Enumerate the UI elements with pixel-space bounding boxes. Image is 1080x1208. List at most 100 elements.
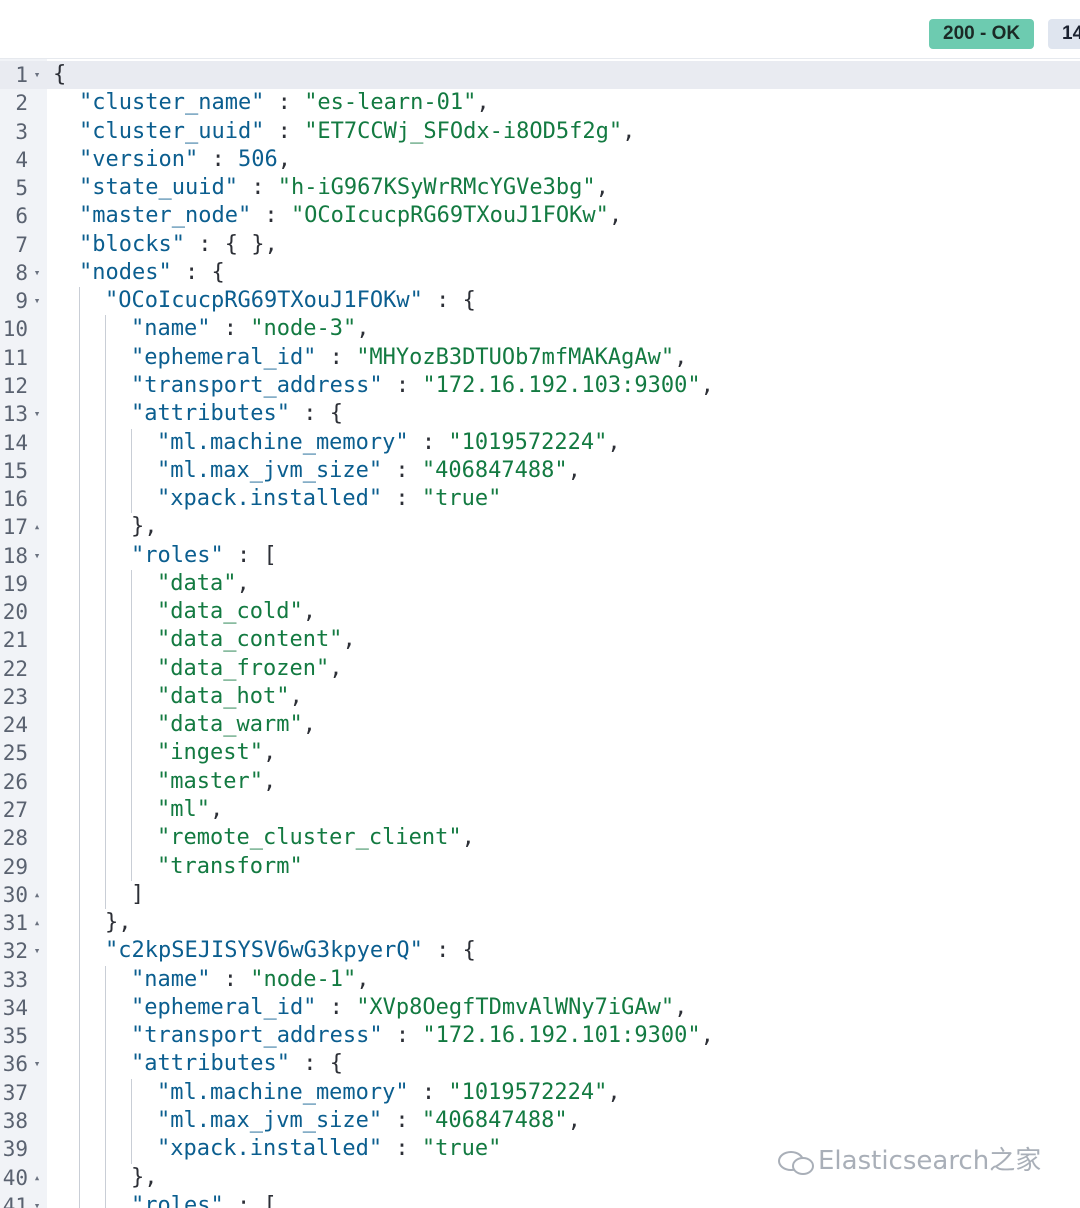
code-text: "data_warm", [157,711,316,739]
indent-guide [131,824,132,853]
fold-toggle-expanded-icon[interactable]: ▾ [31,937,43,965]
indent-guide [105,824,106,853]
json-string: "406847488" [421,457,568,483]
line-number: 39 [2,1137,28,1162]
indent-guide [105,569,106,599]
code-line: 18 ▾ "roles" : [ [0,541,1080,570]
fold-toggle-collapse-end-icon[interactable]: ▴ [31,1164,43,1192]
json-key: "ephemeral_id" [131,994,317,1020]
json-punctuation: , [356,316,370,342]
json-punctuation: : [ [223,1192,277,1208]
indent-guide [105,1191,106,1208]
json-key: "c2kpSEJISYSV6wG3kpyerQ" [105,938,423,964]
json-string: "remote_cluster_client" [157,825,462,851]
indent-guide [79,1022,80,1051]
indent-guide [105,371,106,401]
code-text: "ephemeral_id" : "MHYozB3DTUOb7mfMAKAgAw… [131,344,687,372]
fold-toggle-expanded-icon[interactable]: ▾ [31,1050,43,1078]
line-number: 3 [15,119,28,144]
json-key: "transport_address" [131,1023,383,1049]
json-string: "1019572224" [448,1079,608,1105]
wechat-icon [778,1149,818,1175]
line-number: 38 [2,1108,28,1133]
code-text: "transport_address" : "172.16.192.101:93… [131,1022,714,1050]
line-number: 40 [2,1165,28,1190]
fold-toggle-expanded-icon[interactable]: ▾ [31,400,43,428]
json-punctuation: : [210,966,251,992]
json-string: "true" [421,1136,502,1162]
json-string: "node-1" [250,966,357,992]
line-number: 20 [2,600,28,625]
json-punctuation: ] [131,881,145,907]
indent-guide [79,993,80,1023]
code-text: "blocks" : { }, [79,231,278,259]
json-string: "ET7CCWj_SFOdx-i8OD5f2g" [304,118,623,144]
json-punctuation: : [382,372,423,398]
code-line: 9 ▾ "OCoIcucpRG69TXouJ1FOKw" : { [0,287,1080,316]
fold-toggle-collapse-end-icon[interactable]: ▴ [31,881,43,909]
code-line: 11 "ephemeral_id" : "MHYozB3DTUOb7mfMAKAg… [0,343,1080,372]
indent-guide [131,428,132,457]
json-punctuation: , [607,429,621,455]
json-response-editor[interactable]: 1 ▾{2 "cluster_name" : "es-learn-01", 3 "clu… [0,59,1080,1208]
code-line: 2 "cluster_name" : "es-learn-01", [0,89,1080,117]
indent-guide [79,541,80,570]
json-punctuation: , [342,627,356,653]
code-text: "master", [157,768,276,796]
json-string: "true" [421,486,502,512]
fold-toggle-expanded-icon[interactable]: ▾ [31,61,43,89]
line-number: 36 [2,1052,28,1077]
fold-toggle-expanded-icon[interactable]: ▾ [31,287,43,315]
line-number: 30 [2,882,28,907]
indent-guide [79,937,80,966]
code-text: "nodes" : { [79,259,225,287]
indent-guide [79,909,80,938]
code-line: 35 "transport_address" : "172.16.192.101:… [0,1022,1080,1051]
line-number: 9 [15,289,28,314]
json-string: "data_frozen" [157,655,330,681]
indent-guide [105,343,106,372]
code-text: "name" : "node-3", [131,315,369,343]
json-punctuation: , [356,966,370,992]
json-string: "172.16.192.101:9300" [422,1023,701,1049]
json-key: "master_node" [79,203,252,229]
line-number: 1 [15,63,28,87]
indent-guide [79,852,80,881]
code-text: "data_frozen", [157,655,342,683]
fold-toggle-expanded-icon[interactable]: ▾ [31,259,43,287]
indent-guide [105,852,106,881]
code-text: "ephemeral_id" : "XVp8OegfTDmvAlWNy7iGAw… [131,994,687,1022]
json-string: "MHYozB3DTUOb7mfMAKAgAw" [356,344,675,370]
code-text: "c2kpSEJISYSV6wG3kpyerQ" : { [105,937,476,965]
code-text: "remote_cluster_client", [157,824,475,852]
json-punctuation: , [289,683,303,709]
line-number: 14 [2,430,28,455]
json-punctuation: , [608,203,623,229]
json-string: "node-3" [250,316,357,342]
json-punctuation: : [264,118,305,144]
indent-guide [79,428,80,457]
code-line: 25 "ingest", [0,739,1080,768]
watermark: Elasticsearch之家 [778,1140,1041,1177]
indent-guide [131,682,132,712]
json-string: "data_hot" [157,683,290,709]
line-number: 28 [2,826,28,851]
fold-toggle-collapse-end-icon[interactable]: ▴ [31,909,43,937]
code-line: 28 "remote_cluster_client", [0,824,1080,853]
code-line: 24 "data_warm", [0,711,1080,740]
json-punctuation: }, [131,514,158,540]
json-key: "ml.max_jvm_size" [157,1107,383,1133]
indent-guide [79,626,80,655]
code-text: "ingest", [157,739,276,767]
fold-toggle-expanded-icon[interactable]: ▾ [31,1192,43,1208]
indent-guide [105,428,106,457]
line-number: 29 [2,854,28,879]
json-key: "cluster_name" [79,90,265,116]
json-key: "ml.machine_memory" [157,429,409,455]
fold-toggle-expanded-icon[interactable]: ▾ [31,542,43,570]
fold-toggle-collapse-end-icon[interactable]: ▴ [31,513,43,541]
code-text: "ml", [157,796,223,824]
indent-guide [105,1163,106,1192]
json-punctuation: , [567,1107,581,1133]
json-punctuation: , [622,118,636,144]
